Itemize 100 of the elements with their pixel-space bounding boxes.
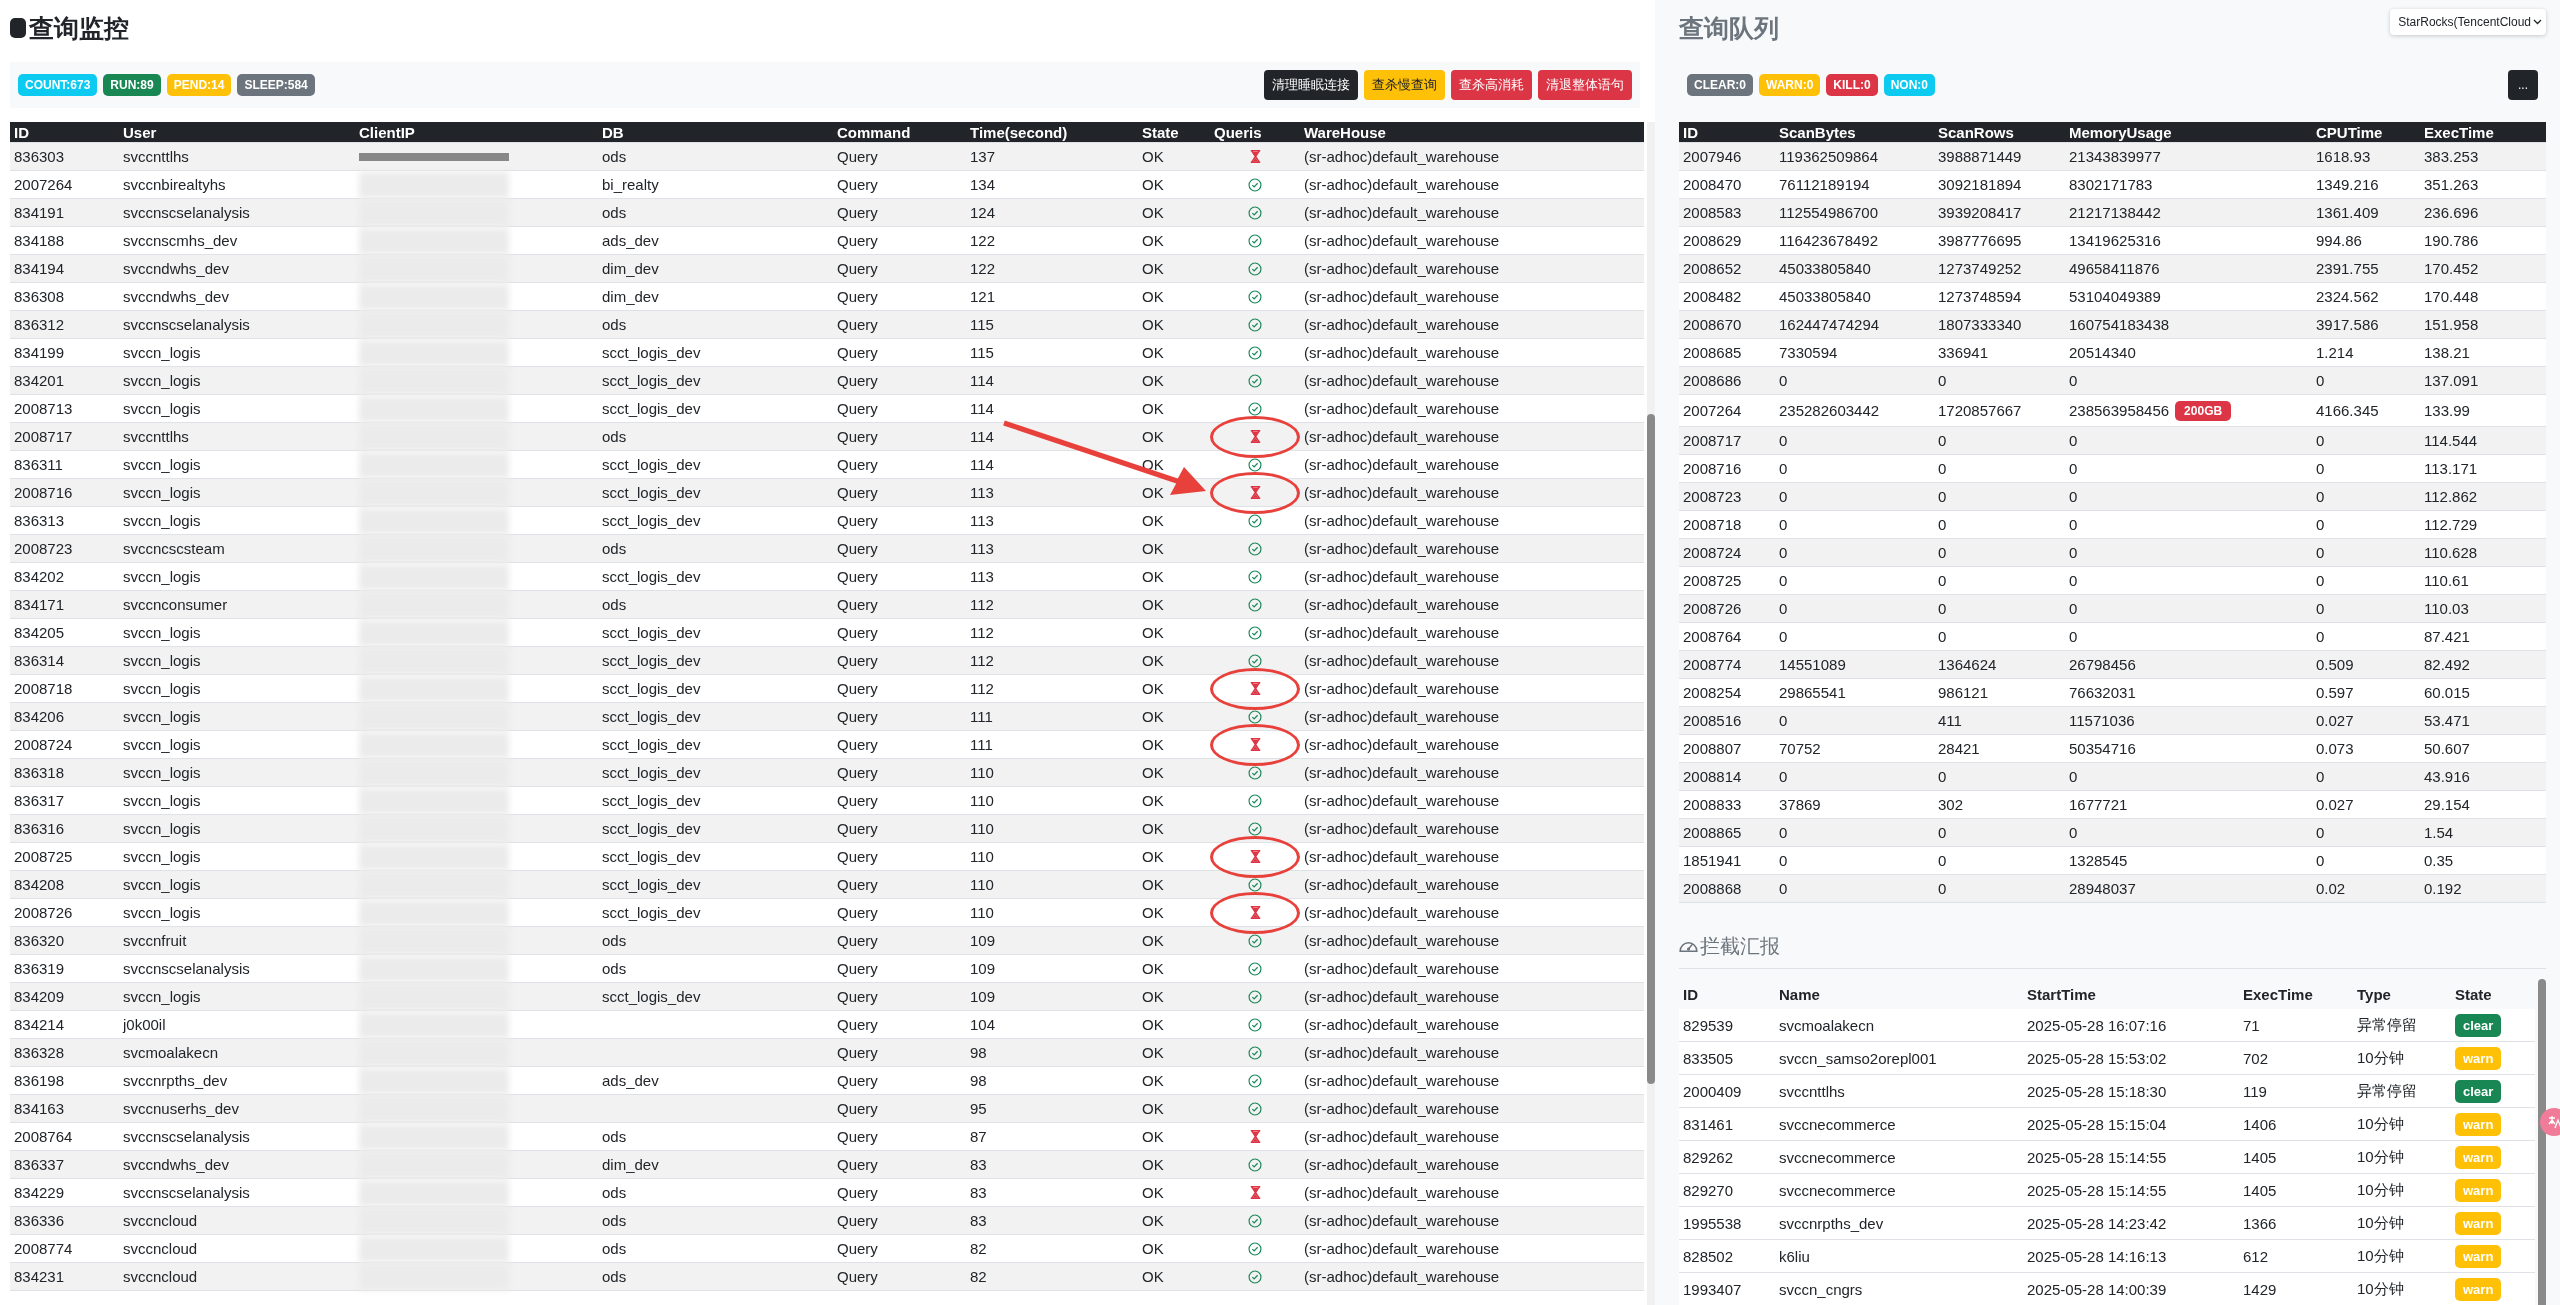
table-cell-text: Query [836, 539, 879, 559]
check-circle-icon [1248, 933, 1262, 948]
cluster-select[interactable]: StarRocks(TencentCloud [2390, 9, 2546, 35]
check-circle-icon [1248, 289, 1262, 304]
table-cell-text: 110 [969, 847, 995, 867]
table-cell-text: 836312 [13, 315, 66, 335]
table-cell-text: 0 [1778, 599, 1789, 619]
table-cell-text: 114 [969, 455, 995, 475]
table-cell-text: 1.214 [2315, 343, 2355, 363]
table-cell: 26798456 [2069, 656, 2136, 673]
table-cell-text: Query [836, 427, 879, 447]
table-cell-text: 2008482 [1682, 287, 1743, 307]
table-cell-text: 986121 [1937, 683, 1990, 703]
action-button[interactable]: 查杀慢查询 [1364, 70, 1445, 100]
table-cell-text: 37869 [1778, 795, 1822, 815]
action-button[interactable]: 查杀高消耗 [1451, 70, 1532, 100]
table-cell-text: Query [836, 1155, 879, 1175]
table-cell-text: ods [601, 1183, 628, 1203]
table-cell-text: (sr-adhoc)default_warehouse [1303, 987, 1501, 1007]
table-cell: 13419625316 [2069, 232, 2161, 249]
table-cell-text: (sr-adhoc)default_warehouse [1303, 1099, 1501, 1119]
check-circle-icon [1248, 513, 1262, 528]
table-cell-text: Query [836, 875, 879, 895]
table-cell-text: 836317 [13, 791, 66, 811]
table-cell-text: 2007946 [1682, 147, 1743, 167]
table-cell-text: Query [836, 147, 879, 167]
table-cell-text: 0 [1937, 515, 1948, 535]
table-cell-text: Query [836, 959, 879, 979]
table-cell-text: 14551089 [1778, 655, 1847, 675]
table-cell-text: 110.628 [2423, 543, 2479, 563]
hourglass-icon [1249, 150, 1261, 163]
check-circle-icon [1248, 793, 1262, 808]
table-cell-text: dim_dev [601, 1155, 660, 1175]
table-cell-text: svccn_logis [122, 763, 202, 783]
table-cell-text: (sr-adhoc)default_warehouse [1303, 399, 1501, 419]
count-badge: PEND:14 [166, 74, 232, 96]
table-cell-text: 87.421 [2423, 627, 2471, 647]
table-cell-text: Query [836, 1071, 879, 1091]
table-cell-text: 1366 [2242, 1213, 2278, 1234]
table-cell-text: Query [836, 819, 879, 839]
more-button[interactable]: ... [2508, 70, 2538, 100]
table-cell-text: Query [836, 1099, 879, 1119]
table-cell: 11571036 [2069, 712, 2135, 729]
table-cell-text: 336941 [1937, 343, 1990, 363]
table-cell-text: 2008713 [13, 399, 74, 419]
table-cell-text: OK [1141, 483, 1165, 503]
action-button[interactable]: 清理睡眠连接 [1264, 70, 1358, 100]
table-cell-text: 76112189194 [1778, 175, 1871, 195]
table-cell-text: OK [1141, 259, 1165, 279]
table-cell-text: svccnscselanalysis [122, 959, 251, 979]
table-cell-text: 834163 [13, 1099, 66, 1119]
scrollbar[interactable] [2538, 979, 2546, 1305]
table-cell-text: Query [836, 1183, 879, 1203]
check-circle-icon [1248, 597, 1262, 612]
table-cell-text: svccn_logis [122, 399, 202, 419]
table-cell-text: svccnbirealtyhs [122, 175, 227, 195]
table-cell: 1328545 [2069, 852, 2128, 869]
table-cell-text: 834205 [13, 623, 66, 643]
table-cell-text: 834206 [13, 707, 66, 727]
table-cell-text: OK [1141, 847, 1165, 867]
table-cell-text: ods [601, 1211, 628, 1231]
table-cell-text: ods [601, 1239, 628, 1259]
table-cell-text: OK [1141, 791, 1165, 811]
column-header: ID [1682, 122, 1699, 142]
table-cell-text: 10分钟 [2356, 1179, 2405, 1200]
table-cell-text: 0 [1778, 543, 1789, 563]
table-cell-text: ods [601, 539, 628, 559]
table-cell-text: 82 [969, 1239, 988, 1259]
check-circle-icon [1248, 1241, 1262, 1256]
table-cell-text: 2008833 [1682, 795, 1743, 815]
table-cell: 21217138442 [2069, 204, 2161, 221]
action-button[interactable]: 清退整体语句 [1538, 70, 1632, 100]
table-cell-text: Query [836, 511, 879, 531]
check-circle-icon [1248, 1045, 1262, 1060]
table-cell-text: 833505 [1682, 1048, 1735, 1069]
table-cell-text: 1273749252 [1937, 259, 2023, 279]
table-cell-text: 2025-05-28 14:23:42 [2026, 1213, 2168, 1234]
table-cell-text: 834229 [13, 1183, 66, 1203]
hourglass-icon [1249, 850, 1261, 863]
table-cell-text: 834202 [13, 567, 66, 587]
table-cell-text: 836318 [13, 763, 66, 783]
table-cell-text: svccn_logis [122, 455, 202, 475]
table-cell-text: 834199 [13, 343, 66, 363]
column-header: WareHouse [1303, 122, 1387, 142]
scrollbar[interactable] [1647, 122, 1655, 1305]
count-badge: NON:0 [1883, 74, 1936, 96]
column-header: Queris [1213, 122, 1263, 142]
table-cell-text: svccncloud [122, 1211, 199, 1231]
table-cell: 53104049389 [2069, 288, 2161, 305]
table-cell: 20514340 [2069, 344, 2136, 361]
table-cell-text: svccnscmhs_dev [122, 231, 239, 251]
column-header: ExecTime [2242, 984, 2314, 1005]
check-circle-icon [1248, 1073, 1262, 1088]
table-cell-text: (sr-adhoc)default_warehouse [1303, 371, 1501, 391]
table-cell-text: 834231 [13, 1267, 66, 1287]
table-cell-text: 0 [2315, 571, 2326, 591]
table-cell-text: Query [836, 287, 879, 307]
check-circle-icon [1248, 373, 1262, 388]
table-cell-text: 98 [969, 1071, 988, 1091]
table-cell-text: 0 [1937, 371, 1948, 391]
